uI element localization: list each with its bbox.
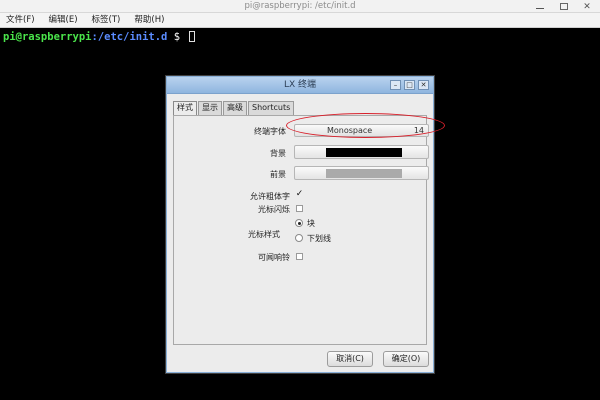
close-icon[interactable]: ✕: [582, 2, 592, 12]
prompt-path: :/etc/init.d: [91, 31, 168, 43]
background-label: 背景: [270, 149, 286, 158]
ok-button[interactable]: 确定(O): [383, 351, 429, 367]
dialog-minimize-icon[interactable]: –: [390, 80, 401, 90]
terminal-title: pi@raspberrypi: /etc/init.d: [244, 1, 356, 11]
allow-bold-checkbox[interactable]: ✓: [295, 190, 304, 199]
dialog-tabs: 样式 显示 高级 Shortcuts: [173, 101, 295, 116]
cancel-button[interactable]: 取消(C): [327, 351, 373, 367]
menu-help[interactable]: 帮助(H): [134, 13, 164, 28]
tab-display[interactable]: 显示: [198, 101, 222, 115]
minimize-icon[interactable]: [536, 2, 546, 12]
style-panel: 终端字体 Monospace 14 背景 前景 允许粗体字 ✓ 光标闪烁 光标样…: [173, 115, 429, 345]
background-swatch: [326, 148, 402, 157]
menu-edit[interactable]: 编辑(E): [49, 13, 78, 28]
terminal-titlebar[interactable]: pi@raspberrypi: /etc/init.d ✕: [0, 0, 600, 13]
allow-bold-label: 允许粗体字: [250, 192, 290, 201]
tab-advanced[interactable]: 高级: [223, 101, 247, 115]
tab-style[interactable]: 样式: [173, 101, 197, 116]
background-color-button[interactable]: [294, 145, 429, 159]
maximize-icon[interactable]: [560, 3, 568, 10]
menu-tabs[interactable]: 标签(T): [92, 13, 121, 28]
foreground-label: 前景: [270, 170, 286, 179]
cursor-blink-checkbox[interactable]: [296, 205, 303, 212]
window-controls: ✕: [536, 0, 592, 13]
foreground-swatch: [326, 169, 402, 178]
cursor-style-label: 光标样式: [248, 230, 280, 239]
highlight-ellipse: [286, 113, 445, 138]
prompt-sign: $: [167, 31, 187, 43]
font-label: 终端字体: [254, 127, 286, 136]
audible-bell-checkbox[interactable]: [296, 253, 303, 260]
audible-bell-label: 可闻响铃: [258, 253, 290, 262]
foreground-color-button[interactable]: [294, 166, 429, 180]
cursor-style-block-radio[interactable]: [295, 219, 303, 227]
text-cursor: [189, 31, 196, 42]
dialog-controls: – □ ✕: [390, 80, 429, 90]
cursor-style-block-label: 块: [307, 219, 315, 228]
dialog-titlebar[interactable]: LX 终端 – □ ✕: [167, 77, 433, 94]
cursor-blink-label: 光标闪烁: [258, 205, 290, 214]
menu-file[interactable]: 文件(F): [6, 13, 35, 28]
cursor-style-underline-label: 下划线: [307, 234, 331, 243]
dialog-close-icon[interactable]: ✕: [418, 80, 429, 90]
dialog-maximize-icon[interactable]: □: [404, 80, 415, 90]
prompt-user: pi@raspberrypi: [3, 31, 92, 43]
prompt-line: pi@raspberrypi:/etc/init.d $: [3, 30, 196, 44]
cursor-style-underline-radio[interactable]: [295, 234, 303, 242]
tab-shortcuts[interactable]: Shortcuts: [248, 101, 295, 115]
terminal-menubar: 文件(F) 编辑(E) 标签(T) 帮助(H): [0, 13, 600, 28]
